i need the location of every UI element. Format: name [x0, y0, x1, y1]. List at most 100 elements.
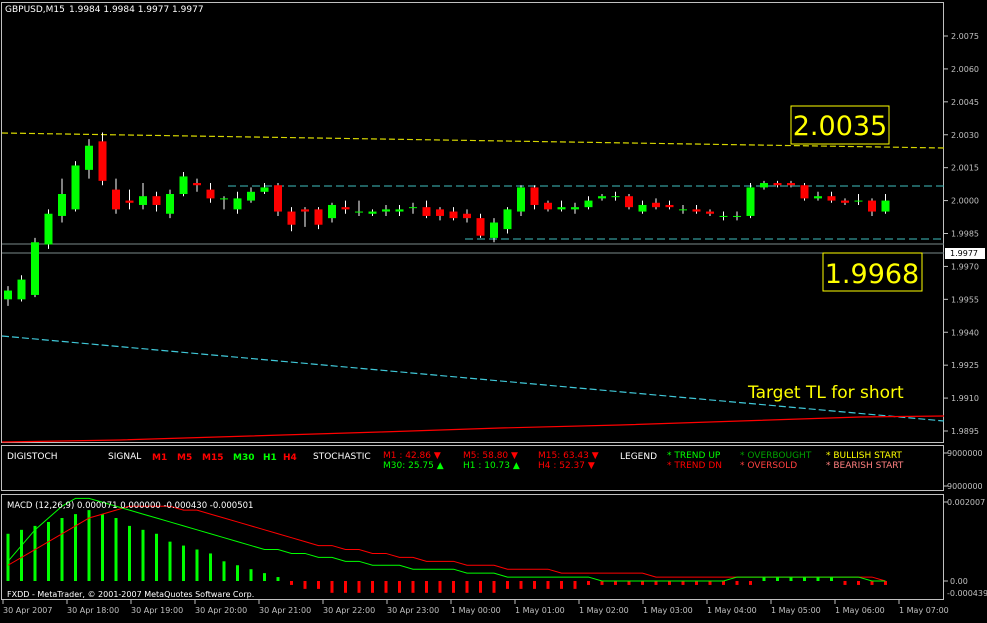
time-tick-label: 30 Apr 20:00 [195, 606, 247, 615]
candle-body [125, 200, 134, 203]
candle-body [746, 187, 755, 216]
current-price-tag: 1.9977 [945, 248, 985, 259]
time-tick-label: 1 May 06:00 [835, 606, 885, 615]
candle-body [166, 194, 174, 214]
candle-body [868, 200, 876, 212]
candle-body [503, 209, 512, 230]
candle-body [814, 196, 822, 199]
candle-body [301, 209, 309, 212]
candle-body [58, 194, 66, 216]
price-tick-label: 1.9925 [951, 361, 979, 370]
candle-body [368, 211, 377, 214]
candle-body [463, 213, 471, 219]
signal-h1: H1 [263, 453, 277, 463]
price-tick-label: 1.9895 [951, 427, 979, 436]
candle-body [557, 207, 566, 210]
candle-body [760, 183, 768, 188]
background [0, 0, 987, 623]
candle [746, 183, 755, 219]
footer-copyright: FXDD - MetaTrader, © 2001-2007 MetaQuote… [7, 590, 254, 599]
candle-body [719, 215, 728, 217]
signal-m15: M15 [202, 453, 223, 463]
candle-body [31, 242, 39, 295]
price-tick-label: 2.0045 [951, 98, 979, 107]
candle-body [71, 165, 80, 210]
time-tick-label: 1 May 02:00 [579, 606, 629, 615]
price-tick-label: 2.0075 [951, 32, 979, 41]
signal-m30: M30 [233, 453, 254, 463]
macd-axis-zero: 0.00 [950, 577, 968, 586]
candle-body [422, 207, 431, 216]
candle [517, 185, 525, 216]
candle-body [382, 209, 390, 212]
candle-body [247, 191, 255, 201]
price-label-upper[interactable]: 2.0035 [790, 105, 890, 145]
candle-body [611, 196, 620, 198]
chart-window: 2.0075 2.0060 2.0045 2.0030 2.0015 2.0000 1.99… [0, 0, 987, 623]
candle-body [652, 202, 660, 208]
candle-body [98, 141, 107, 181]
stoch-h1: H1 : 10.73 ▲ [463, 461, 520, 471]
candle-body [328, 204, 336, 219]
candle-body [706, 211, 714, 214]
svg-text:1.9968: 1.9968 [825, 259, 919, 290]
candle-body [260, 187, 269, 192]
stoch-m15: M15: 63.43 ▼ [538, 451, 599, 461]
time-tick-label: 30 Apr 18:00 [67, 606, 119, 615]
candle-body [139, 196, 147, 205]
candle-body [638, 204, 647, 212]
candle-body [827, 196, 836, 201]
time-tick-label: 30 Apr 19:00 [131, 606, 183, 615]
candle-body [476, 218, 485, 236]
price-tick-label: 1.9910 [951, 394, 979, 403]
time-tick-label: 30 Apr 2007 [3, 606, 52, 615]
candle-body [4, 290, 12, 300]
candle-body [841, 200, 849, 203]
candle-body [881, 200, 890, 212]
signal-m1: M1 [152, 453, 167, 463]
price-tick-label: 2.0015 [951, 164, 979, 173]
price-tick-label: 1.9985 [951, 230, 979, 239]
price-tick-label: 2.0030 [951, 131, 979, 140]
candle-body [341, 207, 350, 210]
signal-label: SIGNAL [108, 452, 141, 462]
legend-trend-up: * TREND UP [667, 451, 721, 461]
candle-body [665, 204, 674, 208]
candle-body [571, 207, 579, 210]
candle-body [544, 202, 552, 210]
time-tick-label: 30 Apr 21:00 [259, 606, 311, 615]
time-tick-label: 1 May 05:00 [771, 606, 821, 615]
target-annotation[interactable]: Target TL for short [747, 383, 904, 403]
candle-body [530, 187, 539, 205]
legend-trend-dn: * TREND DN [667, 461, 722, 471]
price-label-lower[interactable]: 1.9968 [822, 252, 923, 292]
candle-body [287, 211, 296, 225]
candle-body [355, 211, 363, 213]
candle-body [179, 176, 188, 194]
price-tick-label: 2.0000 [951, 197, 979, 206]
candle-body [206, 189, 215, 199]
candle [625, 194, 633, 210]
candle-body [314, 209, 323, 225]
candle-body [193, 183, 201, 186]
time-tick-label: 1 May 03:00 [643, 606, 693, 615]
price-tick-label: 1.9940 [951, 328, 979, 337]
candle-body [233, 198, 242, 210]
digistoch-title: DIGISTOCH [7, 452, 58, 462]
candle-body [584, 200, 593, 208]
candle-body [517, 187, 525, 212]
candle [71, 161, 80, 212]
legend-overbought: * OVERBOUGHT [740, 451, 812, 461]
candle-body [692, 209, 701, 212]
stoch-m5: M5: 58.80 ▼ [463, 451, 518, 461]
candle-body [449, 211, 458, 219]
candle-body [733, 215, 741, 217]
candle-body [274, 185, 282, 212]
digistoch-axis-top: 9000000 [947, 449, 983, 458]
signal-m5: M5 [177, 453, 192, 463]
price-tick-label: 1.9970 [951, 262, 979, 271]
time-tick-label: 30 Apr 22:00 [323, 606, 375, 615]
candle [800, 183, 809, 201]
candle-body [679, 209, 687, 211]
symbol-header: GBPUSD,M15 [5, 5, 65, 15]
